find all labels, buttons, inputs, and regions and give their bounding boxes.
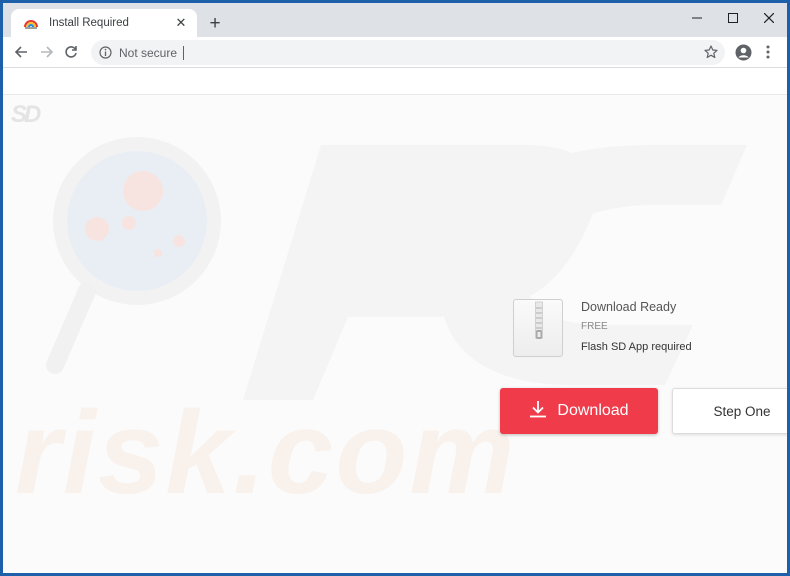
- star-icon[interactable]: [703, 44, 719, 60]
- zip-archive-icon: [513, 299, 563, 357]
- sd-logo: SD: [11, 101, 41, 128]
- tab-install-required[interactable]: Install Required ✕: [11, 9, 197, 37]
- download-button[interactable]: Download: [500, 388, 658, 434]
- new-tab-button[interactable]: +: [203, 13, 227, 35]
- tab-title: Install Required: [49, 17, 129, 29]
- requirement-label: Flash SD App required: [581, 341, 692, 353]
- not-secure-label: Not secure: [119, 45, 178, 60]
- step-one-button[interactable]: Step One: [672, 388, 787, 434]
- title-bar: Install Required ✕ +: [3, 3, 787, 37]
- price-label: FREE: [581, 321, 608, 332]
- window-controls: [679, 3, 787, 33]
- close-icon[interactable]: [751, 3, 787, 33]
- step-one-label: Step One: [713, 403, 771, 419]
- minimize-icon[interactable]: [679, 3, 715, 33]
- download-ready-title: Download Ready: [581, 300, 677, 314]
- rainbow-favicon-icon: [23, 15, 39, 31]
- download-arrow-icon: [529, 400, 547, 423]
- arrow-left-icon[interactable]: [9, 40, 33, 64]
- page-content: risk.com SD Download Ready FREE Flash SD…: [3, 95, 787, 573]
- profile-icon[interactable]: [731, 40, 755, 64]
- browser-toolbar: Not secure: [3, 37, 787, 67]
- arrow-right-icon[interactable]: [35, 40, 59, 64]
- watermark-text: risk.com: [15, 387, 517, 519]
- tab-close-icon[interactable]: ✕: [173, 15, 189, 31]
- download-label: Download: [557, 402, 629, 419]
- address-bar[interactable]: Not secure: [91, 40, 725, 65]
- bookmark-bar: [3, 68, 787, 94]
- reload-icon[interactable]: [59, 40, 83, 64]
- maximize-icon[interactable]: [715, 3, 751, 33]
- url-cursor: [183, 45, 185, 60]
- kebab-menu-icon[interactable]: [756, 40, 780, 64]
- info-icon[interactable]: [99, 46, 113, 60]
- browser-window: Install Required ✕ + Not secure risk.com…: [3, 3, 787, 573]
- file-card: Download Ready FREE Flash SD App require…: [513, 299, 773, 359]
